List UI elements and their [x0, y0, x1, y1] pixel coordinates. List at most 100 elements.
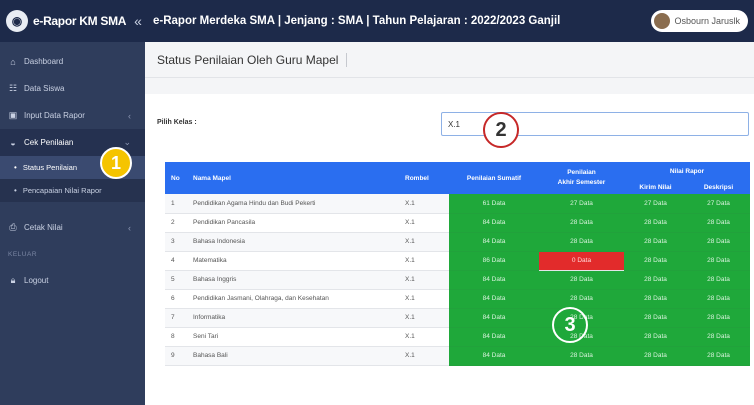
cell-penilaian-sumatif: 84 Data	[449, 308, 539, 328]
sidebar-subitem-label: Status Penilaian	[22, 163, 78, 172]
status-table: No Nama Mapel Rombel Penilaian Sumatif P…	[165, 162, 750, 366]
sidebar-collapse-icon[interactable]: «	[134, 13, 142, 29]
cell-nama-mapel: Bahasa Inggris	[187, 270, 399, 290]
cell-rombel: X.1	[399, 308, 449, 328]
col-akhir-line2: Akhir Semester	[557, 179, 606, 186]
cell-nama-mapel: Bahasa Indonesia	[187, 232, 399, 252]
page-header: Status Penilaian Oleh Guru Mapel	[145, 42, 754, 78]
col-penilaian-sumatif: Penilaian Sumatif	[449, 162, 539, 194]
sidebar-item-label: Dashboard	[24, 57, 64, 66]
table-row: 4 Matematika X.1 86 Data 0 Data 28 Data 28 Dat…	[165, 251, 750, 271]
bullet-icon: •	[14, 186, 17, 195]
cell-penilaian-sumatif: 84 Data	[449, 289, 539, 309]
sidebar-item-logout[interactable]: 🔒︎ Logout	[0, 267, 145, 294]
sidebar-subitem-pencapaian-nilai-rapor[interactable]: • Pencapaian Nilai Rapor	[0, 179, 145, 202]
top-bar: ◉ e-Rapor KM SMA « e-Rapor Merdeka SMA |…	[0, 0, 754, 42]
cell-kirim-nilai: 28 Data	[624, 327, 687, 347]
cell-penilaian-akhir-semester: 28 Data	[539, 346, 624, 366]
car-icon: ◒	[10, 137, 16, 148]
users-icon: ☷	[8, 83, 18, 93]
cell-penilaian-akhir-semester: 28 Data	[539, 232, 624, 252]
cell-nama-mapel: Matematika	[187, 251, 399, 271]
cell-nama-mapel: Pendidikan Agama Hindu dan Budi Pekerti	[187, 194, 399, 214]
cell-no: 8	[165, 327, 187, 347]
cell-deskripsi: 28 Data	[687, 251, 750, 271]
bullet-icon: •	[14, 163, 17, 172]
col-rombel: Rombel	[399, 162, 449, 194]
sidebar-item-data-siswa[interactable]: ☷ Data Siswa	[0, 75, 145, 102]
cell-penilaian-sumatif: 84 Data	[449, 327, 539, 347]
sidebar-item-dashboard[interactable]: ⌂ Dashboard	[0, 48, 145, 75]
chevron-left-icon: ‹	[128, 110, 131, 121]
table-row: 8 Seni Tari X.1 84 Data 28 Data 28 Data 28 Dat…	[165, 327, 750, 347]
sidebar-item-label: Cetak Nilai	[24, 223, 63, 232]
cell-rombel: X.1	[399, 289, 449, 309]
sidebar-item-label: Cek Penilaian	[24, 138, 74, 147]
cell-rombel: X.1	[399, 270, 449, 290]
table-row: 3 Bahasa Indonesia X.1 84 Data 28 Data 28 Dat…	[165, 232, 750, 252]
lock-icon: 🔒︎	[10, 275, 16, 285]
cell-no: 6	[165, 289, 187, 309]
cell-penilaian-akhir-semester: 27 Data	[539, 194, 624, 214]
cell-kirim-nilai: 28 Data	[624, 308, 687, 328]
cell-kirim-nilai: 28 Data	[624, 270, 687, 290]
cell-no: 7	[165, 308, 187, 328]
cell-rombel: X.1	[399, 251, 449, 271]
user-name: Osbourn Jaruslk	[674, 16, 740, 26]
annotation-marker-3: 3	[552, 307, 588, 343]
cell-nama-mapel: Pendidikan Pancasila	[187, 213, 399, 233]
sidebar-item-label: Logout	[24, 276, 49, 285]
annotation-marker-2: 2	[483, 112, 519, 148]
home-icon: ⌂	[10, 56, 16, 67]
cell-rombel: X.1	[399, 213, 449, 233]
cell-no: 4	[165, 251, 187, 271]
col-penilaian-akhir-semester: Penilaian Akhir Semester	[539, 162, 624, 194]
cell-penilaian-sumatif: 61 Data	[449, 194, 539, 214]
cell-deskripsi: 28 Data	[687, 308, 750, 328]
cell-no: 5	[165, 270, 187, 290]
cell-deskripsi: 28 Data	[687, 289, 750, 309]
sidebar-subitem-label: Pencapaian Nilai Rapor	[22, 186, 102, 195]
sidebar-item-input-data-rapor[interactable]: ▣ Input Data Rapor ‹	[0, 102, 145, 129]
cell-deskripsi: 27 Data	[687, 194, 750, 214]
page-title: Status Penilaian Oleh Guru Mapel	[157, 52, 339, 67]
cell-rombel: X.1	[399, 327, 449, 347]
chevron-down-icon: ⌄	[123, 137, 131, 147]
cell-kirim-nilai: 28 Data	[624, 232, 687, 252]
cell-kirim-nilai: 28 Data	[624, 213, 687, 233]
cell-rombel: X.1	[399, 232, 449, 252]
cell-nama-mapel: Pendidikan Jasmani, Olahraga, dan Keseha…	[187, 289, 399, 309]
cell-kirim-nilai: 28 Data	[624, 251, 687, 271]
col-deskripsi: Deskripsi	[687, 180, 750, 194]
sidebar: ⌂ Dashboard ☷ Data Siswa ▣ Input Data Ra…	[0, 42, 145, 405]
cell-deskripsi: 28 Data	[687, 327, 750, 347]
filter-card: Pilih Kelas : X.1	[145, 94, 754, 154]
cell-penilaian-sumatif: 84 Data	[449, 270, 539, 290]
avatar	[654, 13, 671, 29]
brand-name: e-Rapor KM SMA	[33, 14, 127, 28]
sidebar-item-label: Input Data Rapor	[24, 111, 85, 120]
user-menu[interactable]: Osbourn Jaruslk	[651, 10, 748, 32]
col-nama-mapel: Nama Mapel	[187, 162, 399, 194]
cell-kirim-nilai: 27 Data	[624, 194, 687, 214]
col-kirim-nilai: Kirim Nilai	[624, 180, 687, 194]
app-title: e-Rapor Merdeka SMA | Jenjang : SMA | Ta…	[153, 15, 561, 27]
cell-deskripsi: 28 Data	[687, 270, 750, 290]
cell-nama-mapel: Bahasa Bali	[187, 346, 399, 366]
print-icon: ⎙	[9, 222, 17, 232]
table-row: 6 Pendidikan Jasmani, Olahraga, dan Keseh…	[165, 289, 750, 309]
form-icon: ▣	[8, 110, 18, 120]
cell-penilaian-sumatif: 84 Data	[449, 346, 539, 366]
cell-deskripsi: 28 Data	[687, 213, 750, 233]
brand[interactable]: ◉ e-Rapor KM SMA «	[0, 0, 145, 42]
sidebar-item-label: Data Siswa	[24, 84, 65, 93]
sidebar-item-cetak-nilai[interactable]: ⎙ Cetak Nilai ‹	[0, 214, 145, 241]
cell-no: 9	[165, 346, 187, 366]
table-row: 7 Informatika X.1 84 Data 28 Data 28 Data 28 D…	[165, 308, 750, 328]
sidebar-section-label: KELUAR	[8, 250, 38, 258]
col-akhir-line1: Penilaian	[567, 169, 596, 176]
cell-penilaian-akhir-semester: 28 Data	[539, 289, 624, 309]
cell-penilaian-sumatif: 86 Data	[449, 251, 539, 271]
cell-rombel: X.1	[399, 194, 449, 214]
cell-no: 3	[165, 232, 187, 252]
